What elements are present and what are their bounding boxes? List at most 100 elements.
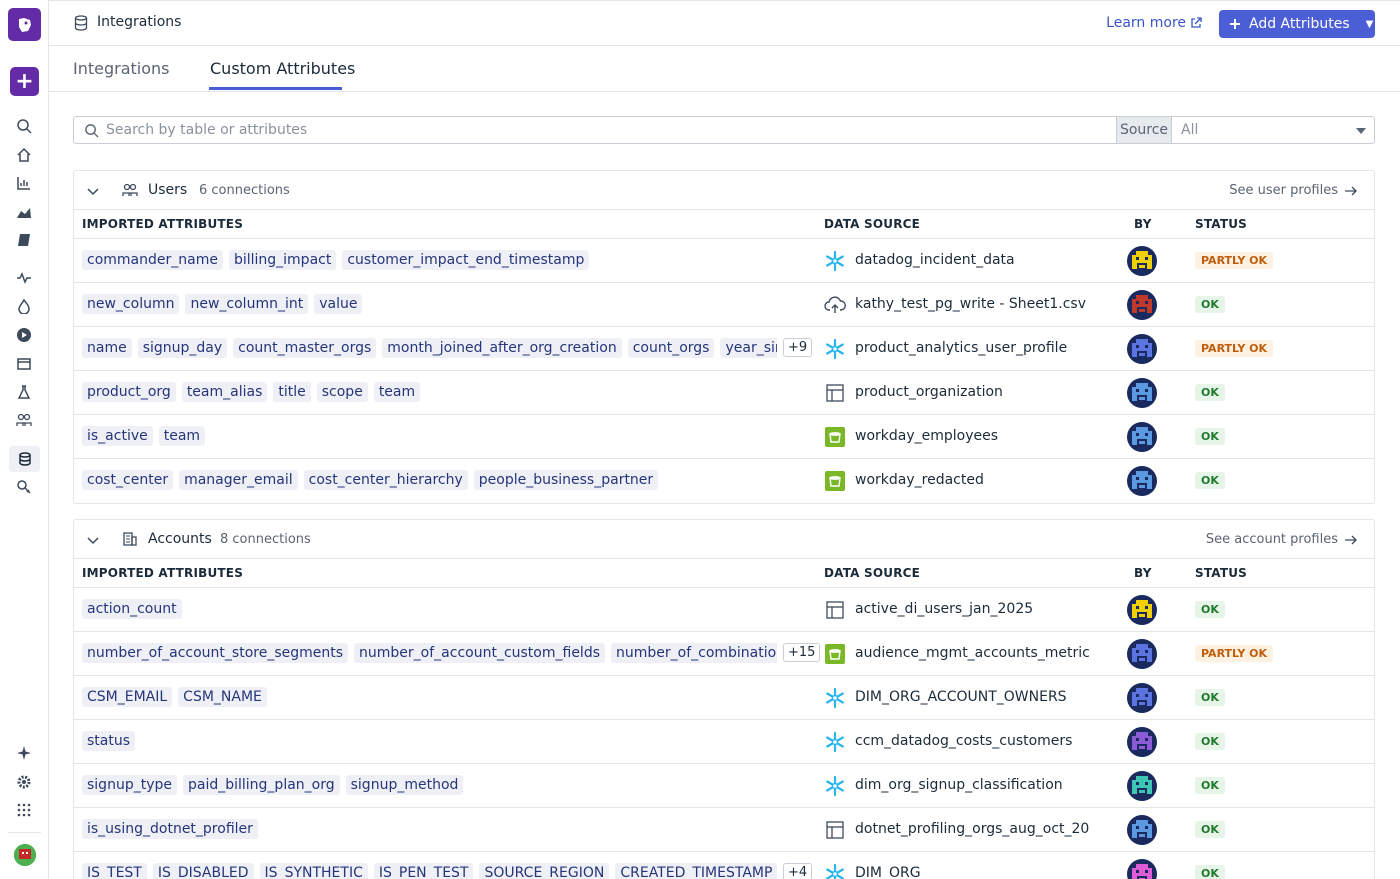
attribute-chip[interactable]: billing_impact [228,250,337,270]
session-replay-icon[interactable] [14,354,34,374]
avatar[interactable] [1127,246,1157,276]
more-attributes-badge[interactable]: +4 [783,863,813,879]
data-source-name[interactable]: kathy_test_pg_write - Sheet1.csv [855,296,1086,312]
attribute-chip[interactable]: number_of_account_custom_fields [354,643,605,663]
attribute-chip[interactable]: team [158,426,206,446]
see-user-profiles-link[interactable]: See user profiles [1229,183,1358,198]
attribute-chip[interactable]: IS_DISABLED [152,863,254,879]
collapse-chevron-icon[interactable] [86,532,100,551]
avatar[interactable] [1127,639,1157,669]
metrics-icon[interactable] [14,202,34,222]
data-source-name[interactable]: workday_employees [855,428,998,444]
attribute-chip[interactable]: new_column [82,294,180,314]
attribute-chip[interactable]: customer_impact_end_timestamp [342,250,590,270]
notebook-icon[interactable] [14,230,34,250]
data-source-name[interactable]: active_di_users_jan_2025 [855,601,1033,617]
attribute-chip[interactable]: number_of_account_store_segments [82,643,349,663]
add-attributes-button[interactable]: Add Attributes ▼ [1219,10,1375,38]
attribute-chip[interactable]: manager_email [179,470,298,490]
attribute-chip[interactable]: number_of_combination_segme... [611,643,777,663]
avatar[interactable] [1127,727,1157,757]
attribute-chip[interactable]: scope [316,382,368,402]
table-row[interactable]: cost_center manager_email cost_center_hier… [74,459,1374,503]
attribute-chip[interactable]: month_joined_after_org_creation [382,338,622,358]
avatar[interactable] [1127,771,1157,801]
attribute-chip[interactable]: cost_center [82,470,174,490]
apm-icon[interactable] [14,268,34,288]
attribute-chip[interactable]: count_master_orgs [233,338,377,358]
attribute-chip[interactable]: value [314,294,363,314]
data-source-name[interactable]: product_analytics_user_profile [855,340,1067,356]
table-row[interactable]: number_of_account_store_segments number_o… [74,632,1374,676]
home-icon[interactable] [14,145,34,165]
users-icon[interactable] [14,410,34,430]
data-source-name[interactable]: product_organization [855,384,1003,400]
attribute-chip[interactable]: people_business_partner [473,470,659,490]
data-source-name[interactable]: datadog_incident_data [855,252,1015,268]
table-row[interactable]: CSM_EMAIL CSM_NAME DIM_ORG_ACCOUNT_OWNERS O… [74,676,1374,720]
attribute-chip[interactable]: SOURCE_REGION [479,863,610,879]
data-source-name[interactable]: dim_org_signup_classification [855,777,1063,793]
synthetics-icon[interactable] [14,382,34,402]
attribute-chip[interactable]: new_column_int [185,294,309,314]
table-row[interactable]: name signup_day count_master_orgs month_joi… [74,327,1374,371]
avatar[interactable] [1127,290,1157,320]
integrations-icon[interactable] [9,446,40,472]
source-select[interactable]: All [1171,116,1375,144]
avatar[interactable] [1127,378,1157,408]
avatar[interactable] [1127,466,1157,496]
attribute-chip[interactable]: team [373,382,421,402]
table-row[interactable]: product_org team_alias title scope team produ… [74,371,1374,415]
apps-grid-icon[interactable] [14,800,34,820]
sparkle-icon[interactable] [14,743,34,763]
datadog-logo[interactable] [8,8,41,41]
data-source-name[interactable]: ccm_datadog_costs_customers [855,733,1072,749]
search-input[interactable]: Search by table or attributes [73,116,1117,144]
table-row[interactable]: is_using_dotnet_profiler dotnet_profiling… [74,808,1374,852]
attribute-chip[interactable]: year_since_signup [720,338,777,358]
attribute-chip[interactable]: product_org [82,382,176,402]
data-source-name[interactable]: DIM_ORG_ACCOUNT_OWNERS [855,689,1067,705]
attribute-chip[interactable]: paid_billing_plan_org [182,775,340,795]
security-icon[interactable] [14,477,34,497]
data-source-name[interactable]: dotnet_profiling_orgs_aug_oct_202... [855,821,1090,837]
attribute-chip[interactable]: cost_center_hierarchy [303,470,468,490]
attribute-chip[interactable]: CREATED_TIMESTAMP [615,863,777,879]
attribute-chip[interactable]: signup_day [137,338,228,358]
table-row[interactable]: status ccm_datadog_costs_customers OK [74,720,1374,764]
attribute-chip[interactable]: team_alias [181,382,268,402]
data-source-name[interactable]: workday_redacted [855,472,984,488]
attribute-chip[interactable]: CSM_NAME [178,687,267,707]
table-row[interactable]: IS_TEST IS_DISABLED IS_SYNTHETIC IS_PEN_TES… [74,852,1374,879]
avatar[interactable] [1127,815,1157,845]
attribute-chip[interactable]: count_orgs [627,338,715,358]
attribute-chip[interactable]: IS_PEN_TEST [373,863,474,879]
attribute-chip[interactable]: signup_method [345,775,464,795]
gear-icon[interactable] [14,772,34,792]
avatar[interactable] [1127,595,1157,625]
avatar[interactable] [1127,683,1157,713]
more-attributes-badge[interactable]: +9 [783,338,813,357]
attribute-chip[interactable]: name [82,338,132,358]
table-row[interactable]: is_active team workday_employees OK [74,415,1374,459]
attribute-chip[interactable]: is_using_dotnet_profiler [82,819,258,839]
data-source-name[interactable]: DIM_ORG [855,865,921,879]
attribute-chip[interactable]: CSM_EMAIL [82,687,173,707]
avatar[interactable] [1127,334,1157,364]
collapse-chevron-icon[interactable] [86,183,100,202]
incidents-icon[interactable] [14,296,34,316]
table-row[interactable]: commander_name billing_impact customer_imp… [74,239,1374,283]
avatar[interactable] [1127,859,1157,879]
attribute-chip[interactable]: IS_SYNTHETIC [259,863,368,879]
avatar[interactable] [1127,422,1157,452]
dashboard-icon[interactable] [14,173,34,193]
tab-integrations[interactable]: Integrations [73,59,170,78]
tab-custom-attributes[interactable]: Custom Attributes [210,59,355,78]
attribute-chip[interactable]: action_count [82,599,182,619]
rum-icon[interactable] [14,325,34,345]
attribute-chip[interactable]: signup_type [82,775,177,795]
search-icon[interactable] [14,116,34,136]
quick-create-button[interactable]: + [10,67,39,96]
attribute-chip[interactable]: status [82,731,136,751]
table-row[interactable]: new_column new_column_int value kathy_test_… [74,283,1374,327]
